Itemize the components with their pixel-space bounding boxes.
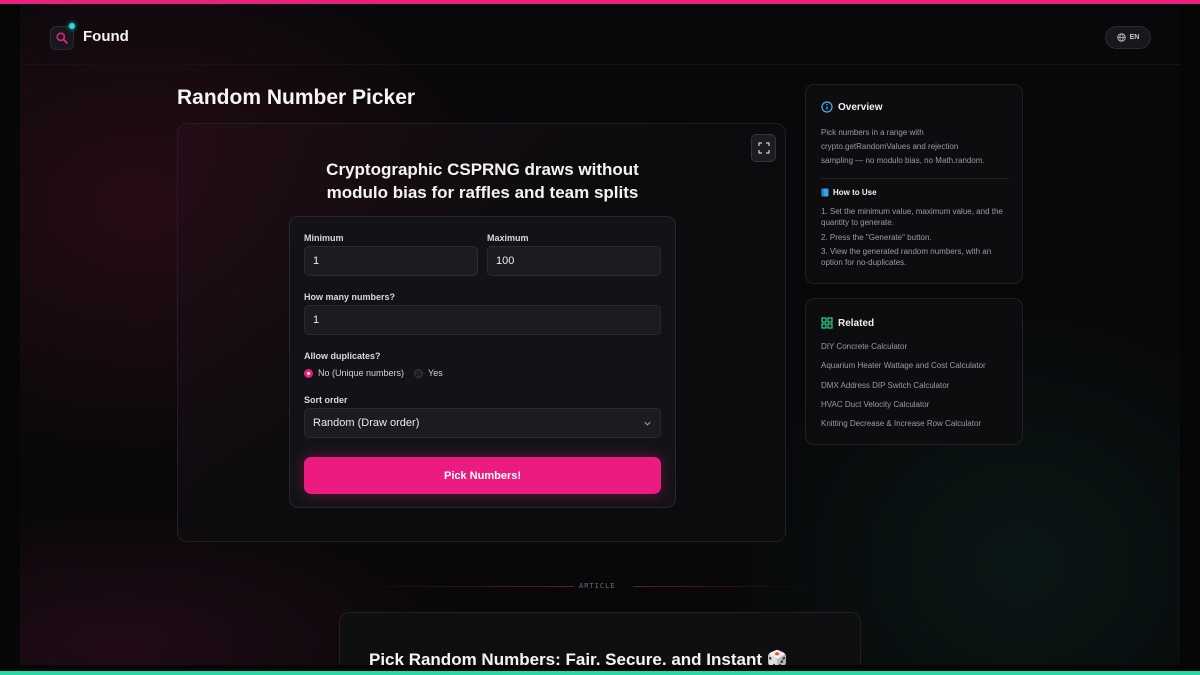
- article-card: Pick Random Numbers: Fair, Secure, and I…: [339, 612, 861, 665]
- tool-heading-line-2: modulo bias for raffles and team splits: [326, 183, 639, 202]
- overview-title-text: Overview: [838, 101, 883, 113]
- overview-description-line-3: sampling — no modulo bias, no Math.rando…: [821, 156, 985, 165]
- expand-icon: [757, 142, 770, 154]
- page-title: Random Number Picker: [177, 86, 416, 109]
- related-link[interactable]: DIY Concrete Calculator: [821, 342, 907, 351]
- radio-no-duplicates[interactable]: [304, 368, 313, 378]
- language-label: EN: [1129, 34, 1140, 41]
- overview-title: Overview: [821, 101, 882, 113]
- duplicates-radio-group: No (Unique numbers) Yes: [304, 368, 443, 378]
- overview-description-line-1: Pick numbers in a range with: [821, 128, 924, 137]
- article-section-label: ARTICLE: [579, 582, 616, 590]
- site-header: Found EN: [20, 4, 1180, 65]
- logo[interactable]: [50, 26, 74, 50]
- status-dot: [69, 23, 75, 29]
- tool-heading-line-1: Cryptographic CSPRNG draws without: [326, 160, 639, 179]
- pick-numbers-button[interactable]: Pick Numbers!: [304, 457, 661, 494]
- grid-icon: [821, 317, 833, 329]
- book-icon: [821, 188, 829, 197]
- article-title: Pick Random Numbers: Fair, Secure, and I…: [369, 650, 788, 665]
- overview-card: Overview Pick numbers in a range with cr…: [805, 84, 1023, 284]
- related-link[interactable]: DMX Address DIP Switch Calculator: [821, 381, 949, 390]
- maximum-input[interactable]: 100: [487, 246, 661, 276]
- tool-heading: Cryptographic CSPRNG draws without modul…: [178, 158, 787, 204]
- howto-title: How to Use: [821, 188, 877, 197]
- related-title-text: Related: [838, 317, 875, 329]
- howto-step-3: 3. View the generated random numbers, wi…: [821, 247, 992, 267]
- howto-step-2: 2. Press the "Generate" button.: [821, 233, 932, 242]
- related-link[interactable]: HVAC Duct Velocity Calculator: [821, 400, 929, 409]
- radio-no-duplicates-label[interactable]: No (Unique numbers): [318, 368, 404, 378]
- number-form: Minimum 1 Maximum 100 How many numbers? …: [289, 216, 676, 508]
- related-title: Related: [821, 317, 874, 329]
- radio-allow-duplicates[interactable]: [414, 368, 424, 378]
- related-link[interactable]: Aquarium Heater Wattage and Cost Calcula…: [821, 361, 986, 370]
- count-label: How many numbers?: [304, 292, 396, 302]
- duplicates-label: Allow duplicates?: [304, 351, 381, 361]
- overview-divider: [821, 178, 1009, 179]
- related-link[interactable]: Knitting Decrease & Increase Row Calcula…: [821, 419, 981, 428]
- article-divider-left: [352, 586, 574, 587]
- overview-description: Pick numbers in a range with crypto.getR…: [821, 126, 985, 168]
- sort-select-value: Random (Draw order): [313, 417, 420, 429]
- brand-name[interactable]: Found: [83, 28, 129, 45]
- chevron-down-icon: [644, 421, 651, 426]
- howto-title-text: How to Use: [833, 188, 877, 197]
- related-card: Related DIY Concrete Calculator Aquarium…: [805, 298, 1023, 445]
- app-frame: Found EN Random Number Picker Cryptograp…: [20, 4, 1180, 665]
- globe-icon: [1116, 33, 1126, 42]
- article-divider-right: [633, 586, 813, 587]
- maximum-label: Maximum: [487, 233, 529, 243]
- bottom-accent-bar: [0, 671, 1200, 675]
- minimum-label: Minimum: [304, 233, 344, 243]
- search-icon: [56, 32, 68, 44]
- language-button[interactable]: EN: [1105, 26, 1151, 49]
- sort-select[interactable]: Random (Draw order): [304, 408, 661, 438]
- radio-allow-duplicates-label[interactable]: Yes: [428, 368, 443, 378]
- count-input[interactable]: 1: [304, 305, 661, 335]
- info-icon: [821, 101, 833, 113]
- sort-label: Sort order: [304, 395, 348, 405]
- overview-description-line-2: crypto.getRandomValues and rejection: [821, 142, 959, 151]
- minimum-input[interactable]: 1: [304, 246, 478, 276]
- tool-panel: Cryptographic CSPRNG draws without modul…: [177, 123, 786, 542]
- howto-step-1: 1. Set the minimum value, maximum value,…: [821, 207, 1003, 227]
